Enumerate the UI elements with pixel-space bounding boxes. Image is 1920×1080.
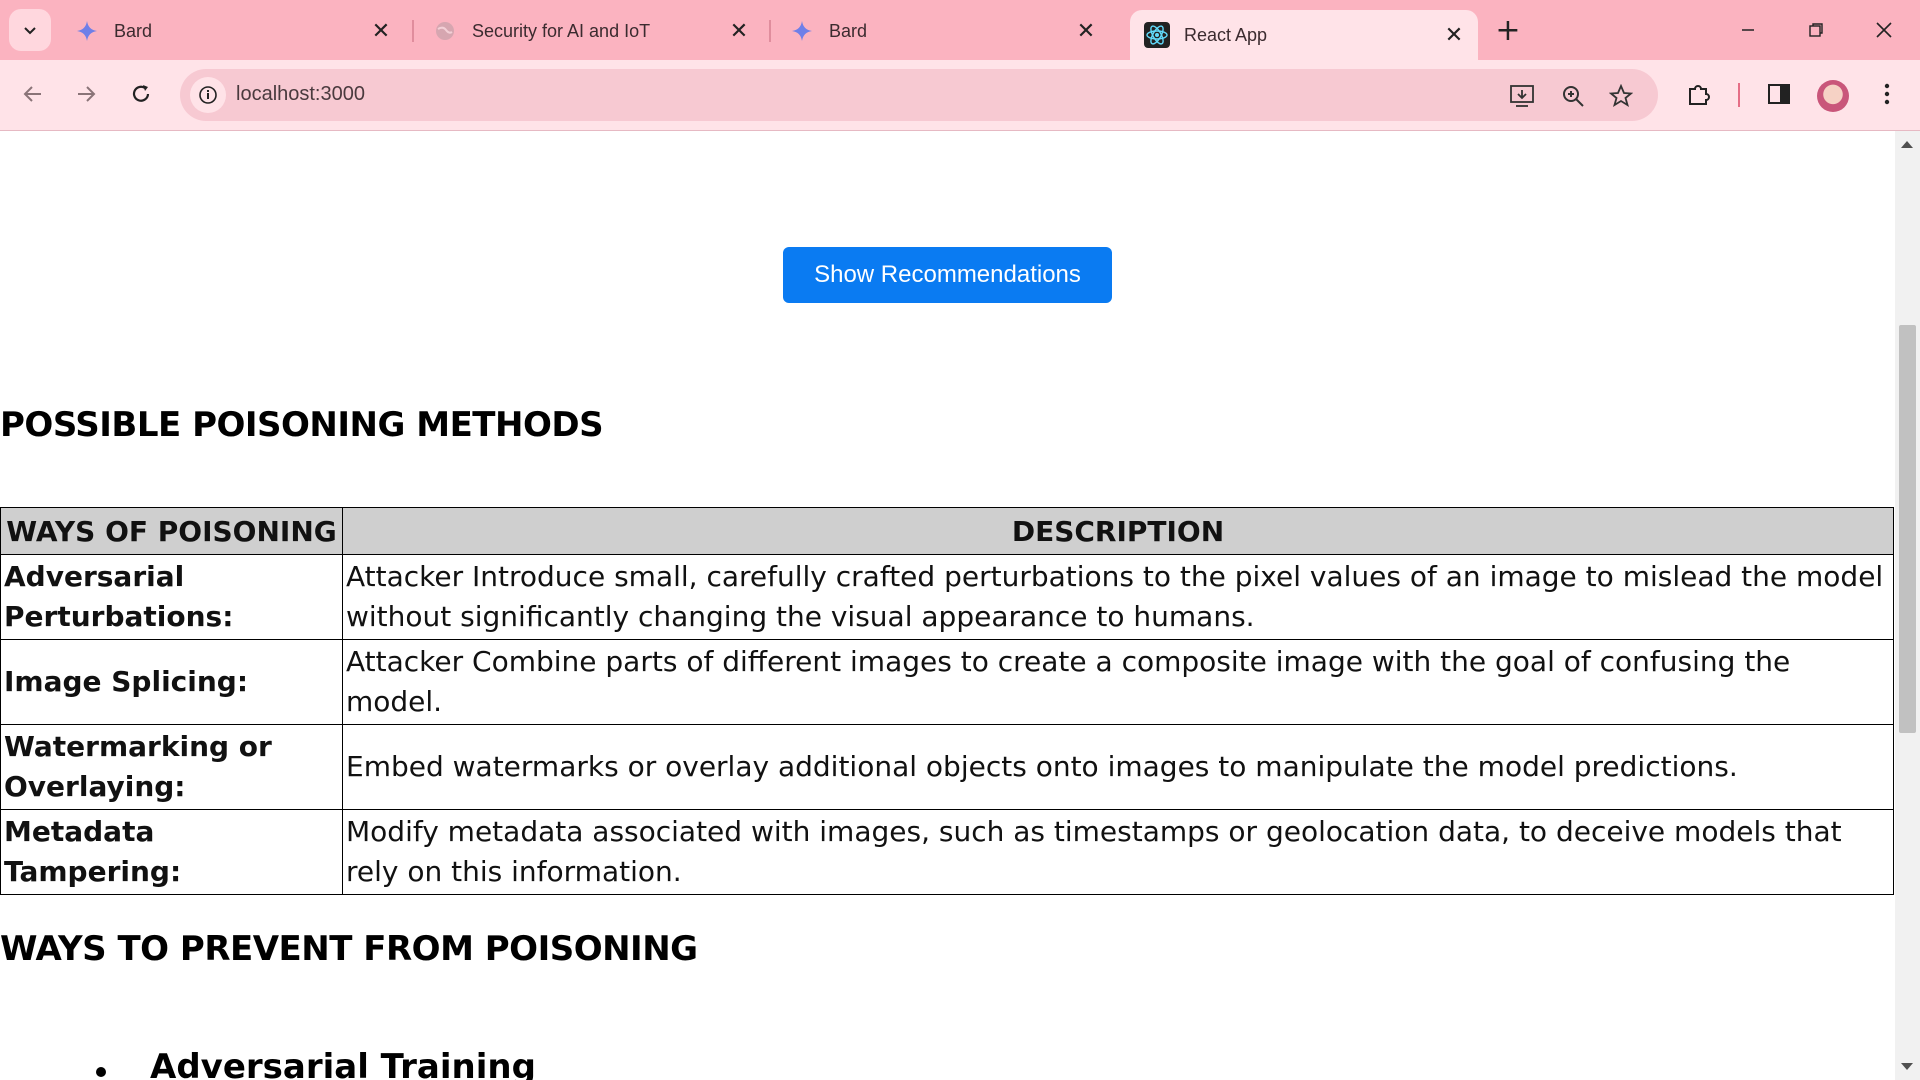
extensions-button[interactable] <box>1681 76 1717 112</box>
close-icon[interactable]: ✕ <box>1072 17 1100 45</box>
way-cell: Metadata Tampering: <box>0 809 343 895</box>
vertical-scrollbar[interactable] <box>1895 131 1920 1080</box>
toolbar-divider <box>1738 83 1740 107</box>
globe-icon <box>432 18 458 44</box>
profile-avatar[interactable] <box>1817 80 1849 112</box>
close-icon[interactable]: ✕ <box>367 17 395 45</box>
tab-security[interactable]: Security for AI and IoT ✕ <box>418 10 763 52</box>
close-icon[interactable]: ✕ <box>1440 21 1468 49</box>
description-cell: Attacker Combine parts of different imag… <box>342 639 1894 725</box>
browser-menu-button[interactable] <box>1869 76 1905 112</box>
tab-separator <box>769 20 771 42</box>
table-row: Adversarial Perturbations: Attacker Intr… <box>0 554 1894 640</box>
url-text[interactable]: localhost:3000 <box>236 83 365 106</box>
section-title-prevention: WAYS TO PREVENT FROM POISONING <box>0 929 698 969</box>
poisoning-methods-table: WAYS OF POISONING DESCRIPTION Adversaria… <box>0 507 1894 895</box>
scroll-up-icon[interactable] <box>1901 141 1913 148</box>
chevron-down-icon <box>24 27 36 35</box>
description-cell: Embed watermarks or overlay additional o… <box>342 724 1894 810</box>
close-icon[interactable]: ✕ <box>725 17 753 45</box>
table-row: Image Splicing: Attacker Combine parts o… <box>0 639 1894 725</box>
show-recommendations-button[interactable]: Show Recommendations <box>783 247 1112 303</box>
table-row: Metadata Tampering: Modify metadata asso… <box>0 809 1894 895</box>
reload-button[interactable] <box>121 74 161 114</box>
zoom-icon[interactable] <box>1558 81 1588 111</box>
section-title-methods: POSSIBLE POISONING METHODS <box>0 405 604 445</box>
arrow-right-icon <box>78 86 96 102</box>
close-icon <box>1876 22 1892 38</box>
list-item-adversarial-training: Adversarial Training <box>150 1047 536 1080</box>
way-cell: Adversarial Perturbations: <box>0 554 343 640</box>
minimize-button[interactable] <box>1728 12 1768 48</box>
list-bullet <box>96 1067 106 1077</box>
table-row: Watermarking or Overlaying: Embed waterm… <box>0 724 1894 810</box>
side-panel-button[interactable] <box>1761 76 1797 112</box>
column-header-way: WAYS OF POISONING <box>0 507 343 555</box>
tab-bard-1[interactable]: Bard ✕ <box>60 10 405 52</box>
tab-title: React App <box>1184 24 1268 45</box>
back-button[interactable] <box>13 74 53 114</box>
way-cell: Watermarking or Overlaying: <box>0 724 343 810</box>
forward-button[interactable] <box>66 74 106 114</box>
description-cell: Modify metadata associated with images, … <box>342 809 1894 895</box>
browser-toolbar: localhost:3000 <box>0 60 1920 131</box>
site-info-icon[interactable] <box>190 77 226 113</box>
bard-sparkle-icon <box>74 18 100 44</box>
page-content: Show Recommendations POSSIBLE POISONING … <box>0 131 1895 1080</box>
way-cell: Image Splicing: <box>0 639 343 725</box>
description-cell: Attacker Introduce small, carefully craf… <box>342 554 1894 640</box>
address-bar[interactable]: localhost:3000 <box>180 69 1658 121</box>
tab-react-app[interactable]: React App ✕ <box>1130 10 1478 60</box>
tab-title: Bard <box>829 20 868 41</box>
bard-sparkle-icon <box>789 18 815 44</box>
bookmark-star-icon[interactable] <box>1606 81 1636 111</box>
side-panel-icon <box>1768 84 1790 104</box>
tab-bard-2[interactable]: Bard ✕ <box>775 10 1110 52</box>
arrow-left-icon <box>23 86 41 102</box>
table-header-row: WAYS OF POISONING DESCRIPTION <box>0 507 1894 555</box>
puzzle-icon <box>1689 85 1710 105</box>
new-tab-button[interactable]: + <box>1490 12 1526 48</box>
scroll-down-icon[interactable] <box>1901 1063 1913 1070</box>
close-window-button[interactable] <box>1864 12 1904 48</box>
minimize-icon <box>1742 29 1754 31</box>
scrollbar-thumb[interactable] <box>1899 325 1916 733</box>
tab-separator <box>412 20 414 42</box>
install-app-icon[interactable] <box>1508 81 1538 111</box>
tab-strip: Bard ✕ Security for AI and IoT ✕ Bard ✕ … <box>0 0 1920 60</box>
reload-icon <box>132 85 150 102</box>
tab-title: Security for AI and IoT <box>472 20 651 41</box>
react-icon <box>1144 22 1170 48</box>
more-vertical-icon <box>1884 83 1890 105</box>
tab-title: Bard <box>114 20 153 41</box>
restore-button[interactable] <box>1796 12 1836 48</box>
column-header-description: DESCRIPTION <box>342 507 1894 555</box>
restore-icon <box>1809 23 1823 37</box>
tab-search-button[interactable] <box>9 9 51 51</box>
